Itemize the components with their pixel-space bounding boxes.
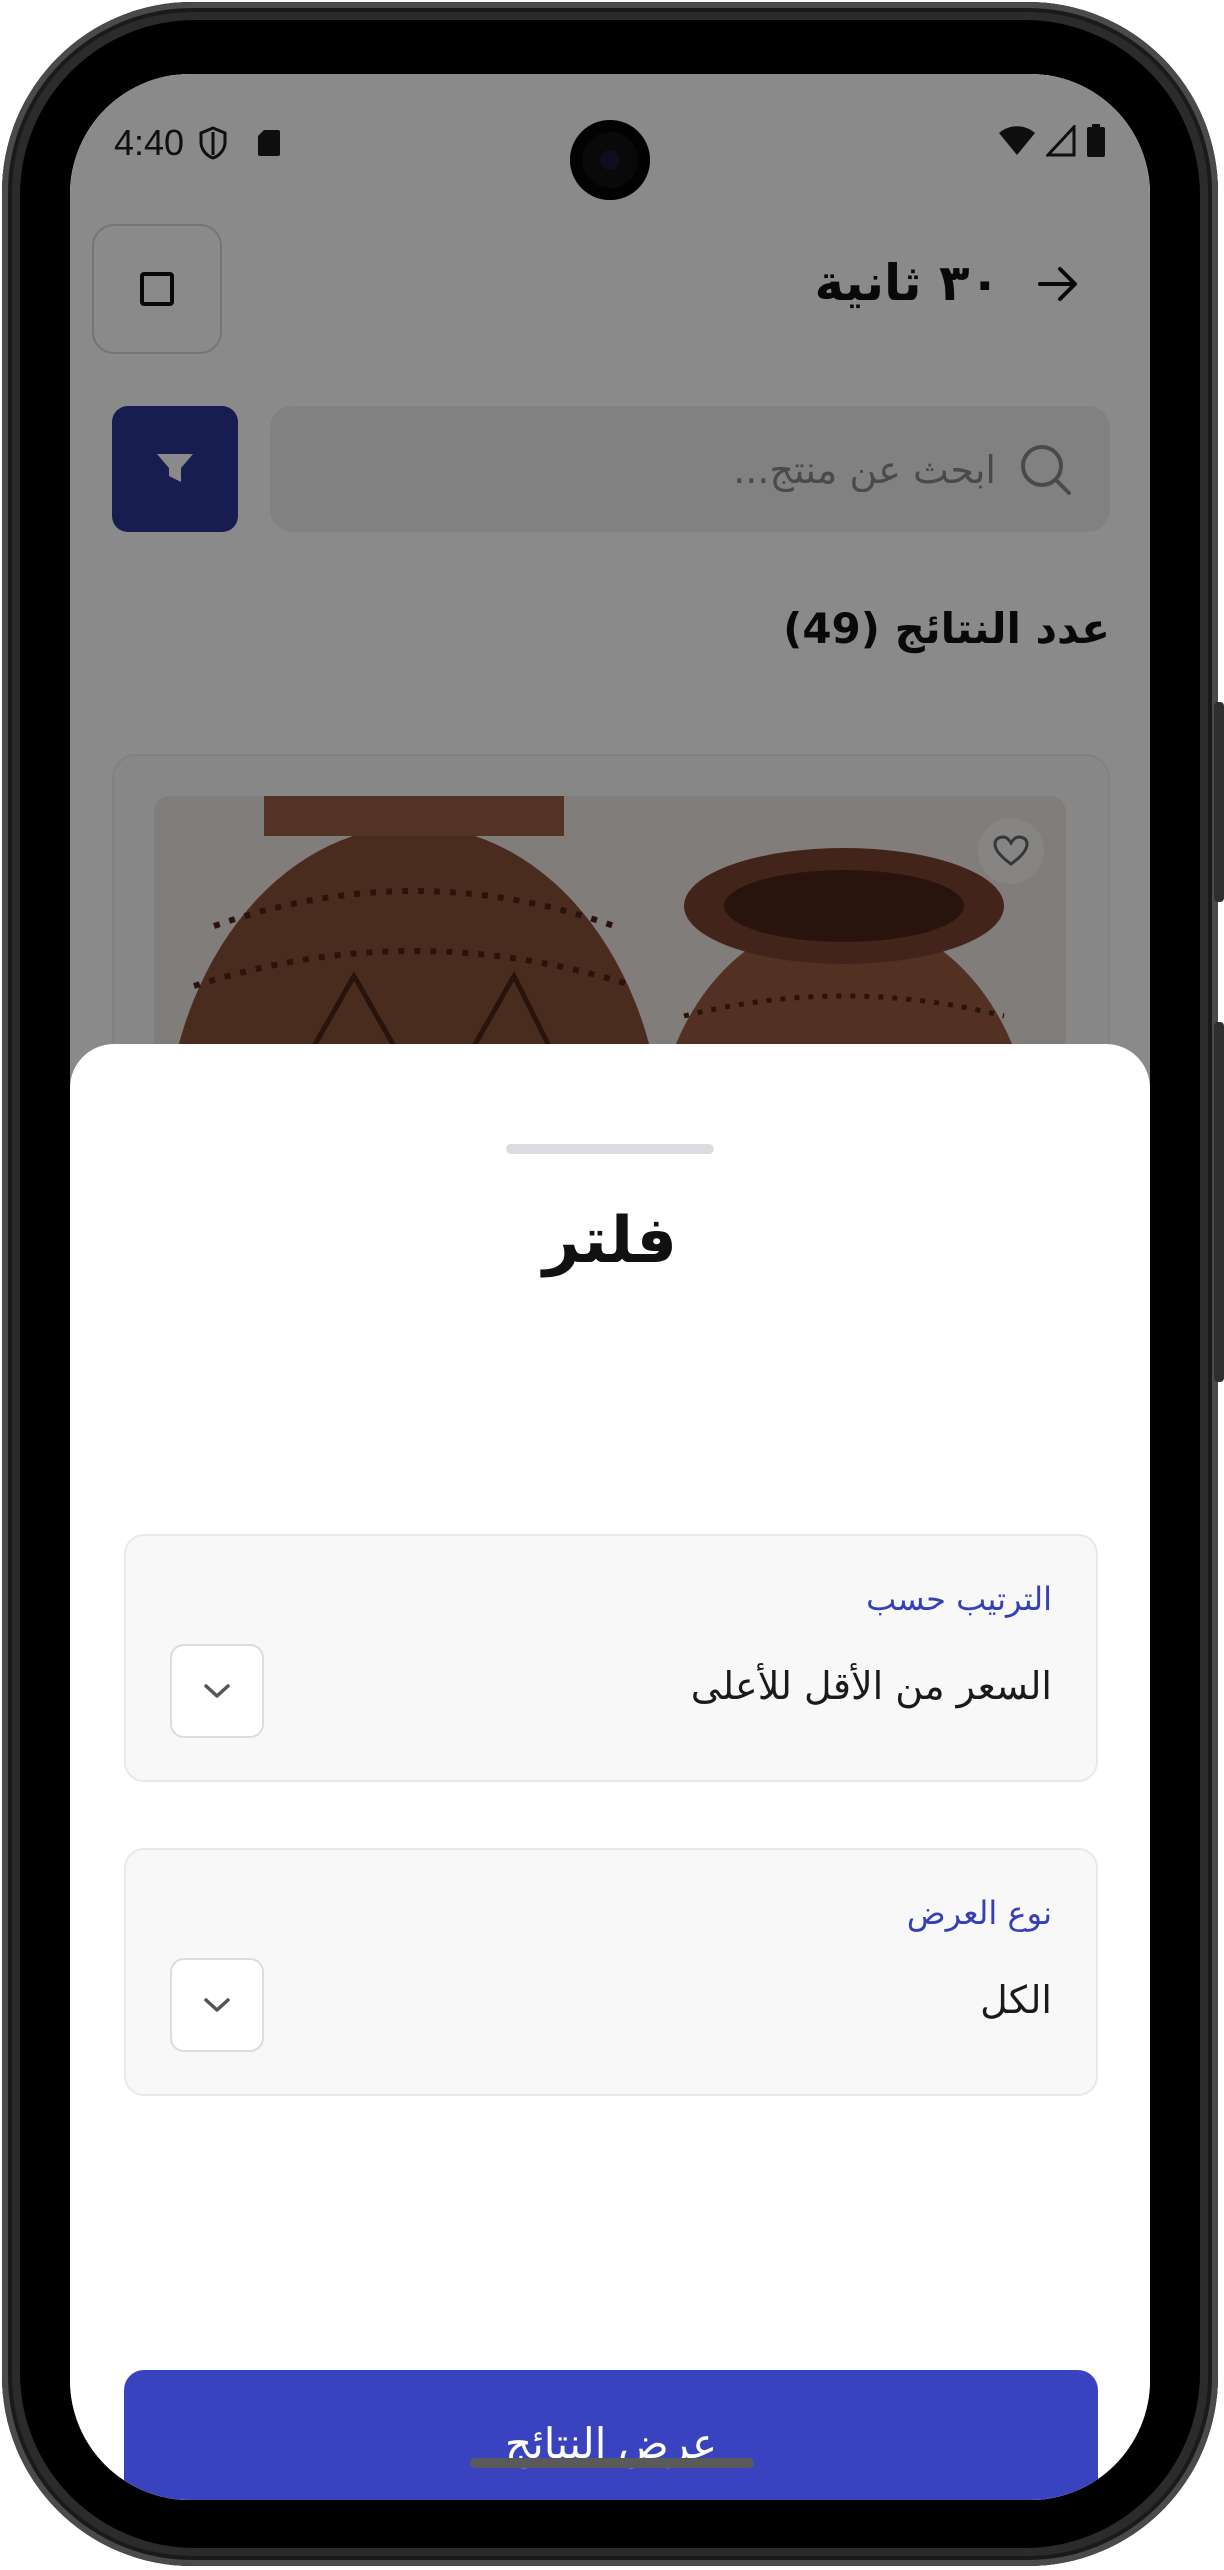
phone-frame: 4:40 ٣٠ ثانية ابحث عن منتج... عدد النتائ… — [2, 2, 1224, 2566]
sort-by-dropdown-button[interactable] — [170, 1644, 264, 1738]
volume-button — [1214, 702, 1224, 902]
screen: 4:40 ٣٠ ثانية ابحث عن منتج... عدد النتائ… — [70, 74, 1150, 2500]
display-type-label: نوع العرض — [906, 1894, 1052, 1932]
sort-by-field[interactable]: الترتيب حسب السعر من الأقل للأعلى — [124, 1534, 1098, 1782]
show-results-button[interactable]: عرض النتائج — [124, 2370, 1098, 2500]
chevron-down-icon — [204, 1684, 230, 1698]
display-type-dropdown-button[interactable] — [170, 1958, 264, 2052]
filter-bottom-sheet: فلتر الترتيب حسب السعر من الأقل للأعلى ن… — [70, 1044, 1150, 2500]
chevron-down-icon — [204, 1998, 230, 2012]
sort-by-value: السعر من الأقل للأعلى — [690, 1664, 1052, 1708]
sort-by-label: الترتيب حسب — [866, 1580, 1052, 1618]
drag-handle[interactable] — [506, 1144, 714, 1154]
power-button — [1214, 1022, 1224, 1382]
sheet-title: فلتر — [543, 1204, 677, 1278]
display-type-field[interactable]: نوع العرض الكل — [124, 1848, 1098, 2096]
display-type-value: الكل — [980, 1978, 1052, 2022]
home-indicator[interactable] — [470, 2458, 754, 2468]
